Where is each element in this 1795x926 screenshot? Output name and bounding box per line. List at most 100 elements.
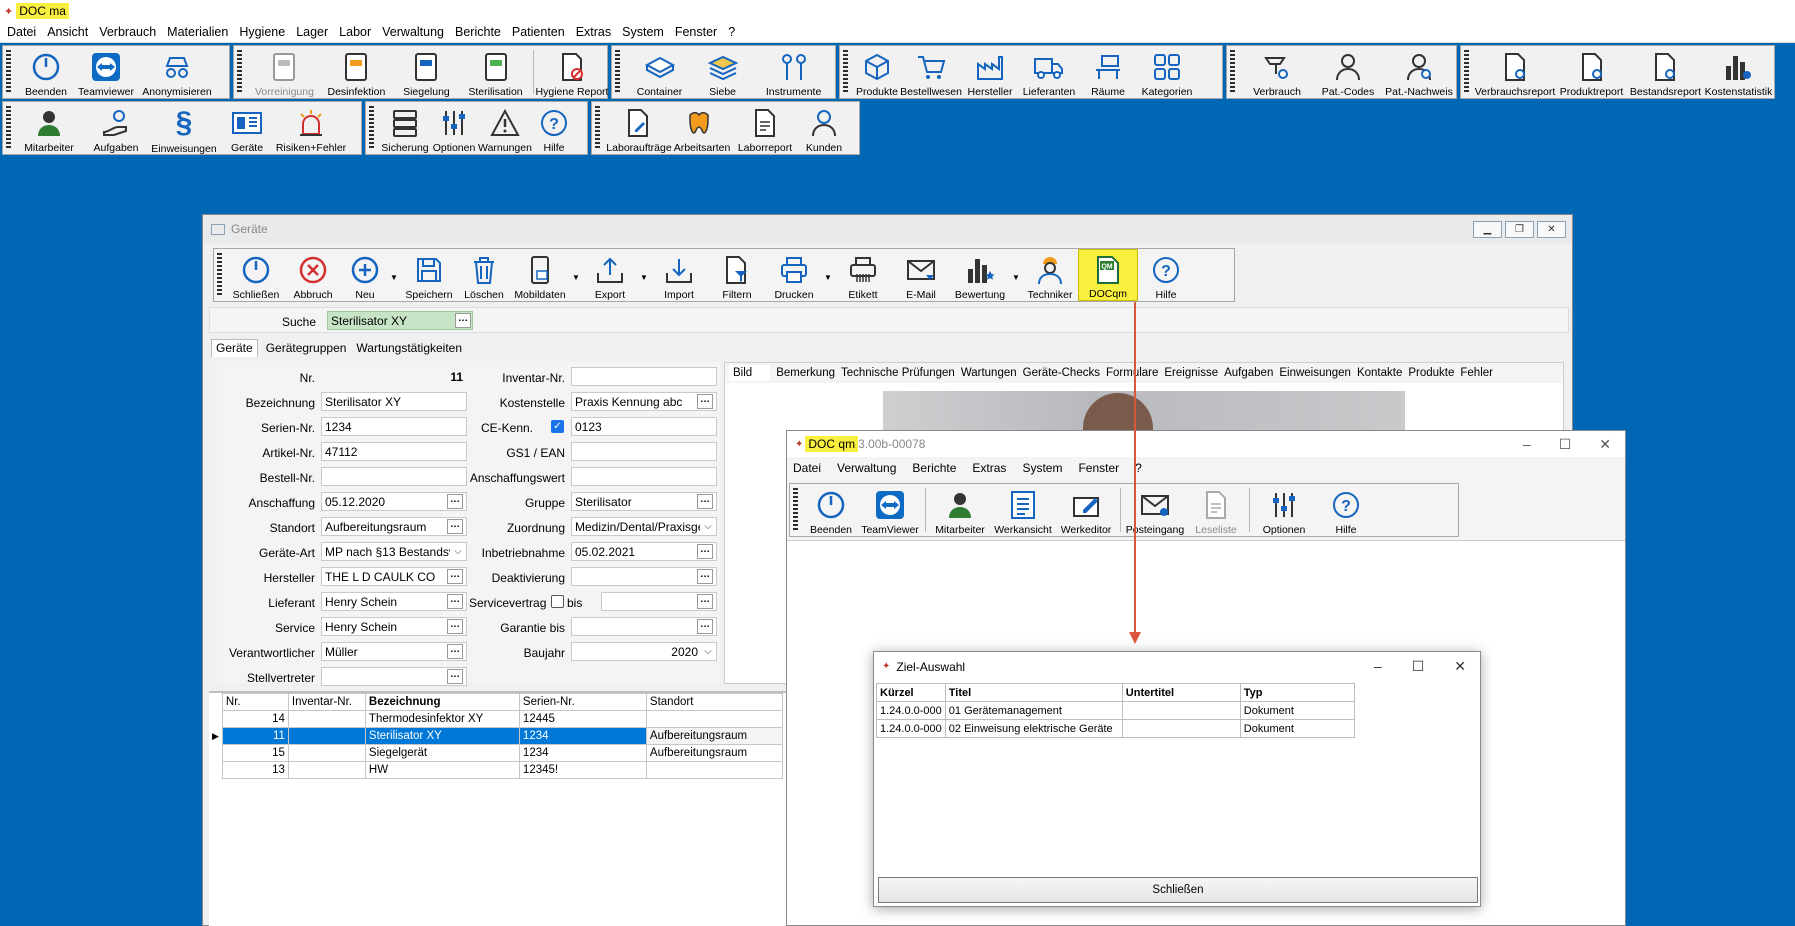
deaktivierung-field[interactable] [571,567,717,586]
tab-produkte[interactable]: Produkte [1408,367,1454,379]
pat-nachweis-button[interactable]: Pat.-Nachweis [1383,46,1455,98]
mitarbeiter-button[interactable]: Mitarbeiter [17,102,81,154]
anschaffungswert-field[interactable] [571,467,717,486]
service-lookup-button[interactable]: … [447,619,463,634]
teamviewer-button[interactable]: TeamViewer [858,484,922,536]
hilfe-button[interactable]: ? Hilfe [1315,484,1377,536]
seriennr-field[interactable] [321,417,467,436]
col-typ[interactable]: Typ [1239,683,1355,702]
table-row[interactable]: 1.24.0.0-000 01 Gerätemanagement Dokumen… [876,701,1355,720]
menu-ansicht[interactable]: Ansicht [47,25,88,39]
kategorien-button[interactable]: Kategorien [1136,46,1198,98]
ce-checkbox[interactable]: ✓ [551,420,564,433]
anschaffung-picker-button[interactable]: … [447,494,463,509]
siebe-button[interactable]: Siebe [693,46,752,98]
stellvertreter-lookup-button[interactable]: … [447,669,463,684]
aufgaben-button[interactable]: Aufgaben [81,102,151,154]
import-button[interactable]: Import [650,249,708,301]
tab-bemerkung[interactable]: Bemerkung [776,367,835,379]
drucken-button[interactable]: Drucken [766,249,822,301]
bestellnr-field[interactable] [321,467,467,486]
menu-extras[interactable]: Extras [972,461,1006,475]
werkansicht-button[interactable]: Werkansicht [991,484,1055,536]
arbeitsarten-button[interactable]: Arbeitsarten [672,102,732,154]
menu-verwaltung[interactable]: Verwaltung [837,461,896,475]
nr-field[interactable] [321,367,467,386]
menu-help[interactable]: ? [728,25,735,39]
bis-picker-button[interactable]: … [697,594,713,609]
hilfe-button[interactable]: ? Hilfe [532,102,576,154]
mobildaten-button[interactable]: Mobildaten [510,249,570,301]
table-row[interactable]: 14 Thermodesinfektor XY 12445 [209,710,783,728]
close-button[interactable]: ✕ [1599,436,1611,453]
col-kuerzel[interactable]: Kürzel [876,683,946,702]
lieferant-lookup-button[interactable]: … [447,594,463,609]
techniker-button[interactable]: Techniker [1022,249,1078,301]
tab-technische-pruefungen[interactable]: Technische Prüfungen [841,367,955,379]
pat-codes-button[interactable]: Pat.-Codes [1313,46,1383,98]
kostenstatistik-button[interactable]: Kostenstatistik [1703,46,1774,98]
kostenstelle-field[interactable] [571,392,717,411]
instrumente-button[interactable]: Instrumente [752,46,835,98]
servicevertrag-checkbox[interactable] [551,595,564,608]
restore-button[interactable]: ❐ [1505,220,1534,238]
menu-fenster[interactable]: Fenster [675,25,717,39]
tab-ereignisse[interactable]: Ereignisse [1164,367,1218,379]
service-field[interactable] [321,617,467,636]
beenden-button[interactable]: Beenden [17,46,75,98]
produkte-button[interactable]: Produkte [854,46,900,98]
kunden-button[interactable]: Kunden [798,102,850,154]
tab-wartungstaetigkeiten[interactable]: Wartungstätigkeiten [354,339,464,357]
kostenstelle-lookup-button[interactable]: … [697,394,713,409]
verantwortlicher-field[interactable] [321,642,467,661]
desinfektion-button[interactable]: Desinfektion [321,46,392,98]
hersteller-button[interactable]: Hersteller [962,46,1018,98]
menu-berichte[interactable]: Berichte [455,25,501,39]
menu-datei[interactable]: Datei [793,461,821,475]
menu-labor[interactable]: Labor [339,25,371,39]
maximize-button[interactable]: ☐ [1559,436,1572,453]
menu-verwaltung[interactable]: Verwaltung [382,25,444,39]
col-standort[interactable]: Standort [645,693,783,711]
inventarnr-field[interactable] [571,367,717,386]
lieferant-field[interactable] [321,592,467,611]
schliessen-button[interactable]: Schließen [228,249,284,301]
standort-field[interactable] [321,517,467,536]
col-bezeichnung[interactable]: Bezeichnung [364,693,520,711]
abbruch-button[interactable]: Abbruch [284,249,342,301]
ce-field[interactable] [571,417,717,436]
mitarbeiter-button[interactable]: Mitarbeiter [929,484,991,536]
col-untertitel[interactable]: Untertitel [1121,683,1241,702]
menu-system[interactable]: System [622,25,664,39]
garantie-field[interactable] [571,617,717,636]
sterilisation-button[interactable]: Sterilisation [461,46,530,98]
geraeteart-select[interactable] [321,542,467,561]
risiken-fehler-button[interactable]: Risiken+Fehler [276,102,346,154]
search-lookup-button[interactable]: … [455,313,471,328]
tab-bild[interactable]: Bild [729,365,771,381]
optionen-button[interactable]: Optionen [1253,484,1315,536]
menu-extras[interactable]: Extras [576,25,611,39]
inbetriebnahme-field[interactable] [571,542,717,561]
neu-dropdown-button[interactable]: ▼ [388,249,400,301]
container-button[interactable]: Container [626,46,693,98]
anonymisieren-button[interactable]: Anonymisieren [137,46,217,98]
minimize-button[interactable]: – [1374,658,1382,675]
leseliste-button[interactable]: Leseliste [1186,484,1246,536]
tab-kontakte[interactable]: Kontakte [1357,367,1402,379]
labor-auftraege-button[interactable]: Laboraufträge [606,102,672,154]
gruppe-lookup-button[interactable]: … [697,494,713,509]
tab-geraete[interactable]: Geräte [211,339,258,357]
tab-geraete-checks[interactable]: Geräte-Checks [1023,367,1100,379]
geraete-button[interactable]: Geräte [217,102,277,154]
vorreinigung-button[interactable]: Vorreinigung [248,46,321,98]
menu-berichte[interactable]: Berichte [912,461,956,475]
hilfe-button[interactable]: ? Hilfe [1138,249,1194,301]
deaktivierung-picker-button[interactable]: … [697,569,713,584]
artikelnr-field[interactable] [321,442,467,461]
close-button[interactable]: ✕ [1537,220,1566,238]
tab-einweisungen[interactable]: Einweisungen [1279,367,1351,379]
tab-wartungen[interactable]: Wartungen [961,367,1017,379]
bewertung-dropdown-button[interactable]: ▼ [1010,249,1022,301]
gruppe-field[interactable] [571,492,717,511]
